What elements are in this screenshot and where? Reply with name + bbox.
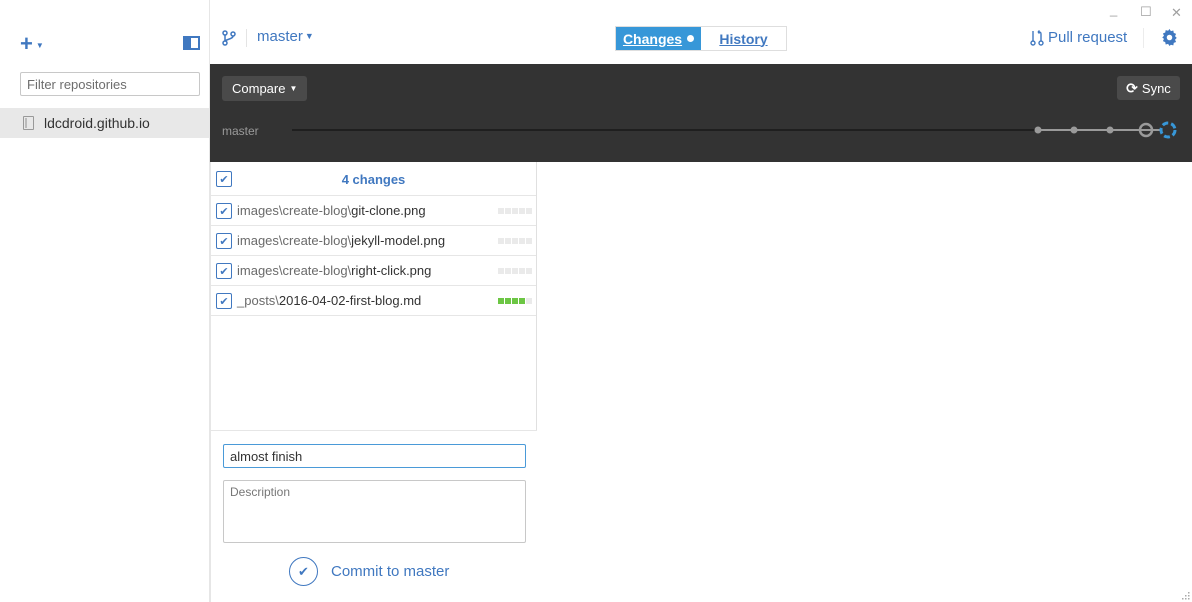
diffstat [498, 208, 532, 214]
file-name: 2016-04-02-first-blog.md [278, 293, 422, 308]
diffstat-block [498, 238, 504, 244]
branch-toolbar: Compare ▼ ⟳ Sync master [210, 64, 1192, 162]
sync-icon: ⟳ [1126, 79, 1138, 96]
timeline-commit-dot [1034, 126, 1042, 134]
file-checkbox[interactable]: ✔ [216, 233, 232, 249]
file-dir: images\create-blog\ [237, 263, 352, 278]
commit-timeline [292, 121, 1177, 139]
diffstat-block [498, 268, 504, 274]
branch-icon [222, 30, 236, 46]
diffstat-block [505, 238, 511, 244]
file-checkbox[interactable]: ✔ [216, 293, 232, 309]
branch-name: master [257, 28, 303, 45]
plus-icon: + [20, 31, 33, 56]
diffstat-block [505, 208, 511, 214]
gear-icon[interactable] [1161, 29, 1178, 46]
pull-request-button[interactable]: Pull request [1030, 29, 1127, 46]
check-icon: ✔ [289, 557, 318, 586]
commit-button-label: Commit to master [331, 563, 450, 580]
diffstat-block [498, 208, 504, 214]
diffstat-block [526, 298, 532, 304]
header-divider [1143, 28, 1144, 48]
diffstat-block [512, 238, 518, 244]
commit-description-input[interactable] [223, 480, 526, 543]
diffstat-block [526, 268, 532, 274]
changes-count: 4 changes [341, 172, 406, 187]
caret-down-icon: ▼ [35, 40, 44, 50]
header: master ▼ Changes History Pull request _ ☐… [210, 0, 1192, 64]
file-name: git-clone.png [351, 203, 426, 218]
header-divider [246, 29, 247, 47]
file-row[interactable]: ✔ images\create-blog\right-click.png [211, 256, 536, 286]
tab-changes[interactable]: Changes [616, 27, 701, 50]
diffstat-block [526, 208, 532, 214]
add-repository-button[interactable]: + ▼ [20, 31, 44, 56]
diffstat-block [505, 268, 511, 274]
timeline-commit-dot [1070, 126, 1078, 134]
file-dir: _posts\ [237, 293, 279, 308]
resize-grip-icon[interactable] [1182, 592, 1190, 600]
tab-changes-label: Changes [622, 30, 683, 47]
diffstat-block [505, 298, 511, 304]
diffstat-block [512, 208, 518, 214]
changes-header: ✔ 4 changes [211, 162, 536, 196]
diffstat-block [519, 298, 525, 304]
compare-button[interactable]: Compare ▼ [222, 76, 308, 101]
diffstat-block [519, 268, 525, 274]
file-dir: images\create-blog\ [237, 233, 352, 248]
commit-button[interactable]: ✔ Commit to master [289, 557, 449, 586]
diffstat-block [512, 298, 518, 304]
close-button[interactable]: ✕ [1171, 5, 1182, 21]
sync-button[interactable]: ⟳ Sync [1117, 76, 1180, 100]
tab-history-label: History [719, 30, 768, 47]
minimize-button[interactable]: _ [1110, 2, 1117, 17]
sync-label: Sync [1141, 80, 1171, 96]
file-dir: images\create-blog\ [237, 203, 352, 218]
file-path: images\create-blog\right-click.png [237, 263, 431, 278]
diffstat [498, 298, 532, 304]
repository-name: ldcdroid.github.io [44, 115, 150, 131]
diffstat-block [519, 238, 525, 244]
file-row[interactable]: ✔ images\create-blog\jekyll-model.png [211, 226, 536, 256]
maximize-button[interactable]: ☐ [1140, 4, 1152, 20]
compare-label: Compare [232, 81, 286, 96]
file-row[interactable]: ✔ _posts\2016-04-02-first-blog.md [211, 286, 536, 316]
pull-request-icon [1030, 30, 1044, 46]
toggle-sidebar-icon[interactable] [183, 36, 200, 50]
tab-history[interactable]: History [701, 27, 786, 50]
sidebar: + ▼ ldcdroid.github.io [0, 0, 210, 602]
diffstat [498, 268, 532, 274]
file-name: jekyll-model.png [351, 233, 446, 248]
file-path: _posts\2016-04-02-first-blog.md [237, 293, 421, 308]
file-checkbox[interactable]: ✔ [216, 203, 232, 219]
file-checkbox[interactable]: ✔ [216, 263, 232, 279]
repo-icon [23, 116, 34, 130]
pull-request-label: Pull request [1048, 29, 1128, 46]
diffstat-block [512, 268, 518, 274]
view-tabs: Changes History [615, 26, 787, 51]
filter-repositories-input[interactable] [20, 72, 200, 96]
commit-summary-input[interactable] [223, 444, 526, 468]
repository-item[interactable]: ldcdroid.github.io [0, 108, 209, 138]
branch-selector[interactable]: master ▼ [257, 28, 314, 45]
timeline-commit-dot [1106, 126, 1114, 134]
timeline-branch-label: master [222, 124, 259, 138]
timeline-uncommitted-changes [1159, 121, 1177, 139]
commit-form: ✔ Commit to master [211, 430, 537, 602]
diffstat-block [526, 238, 532, 244]
file-row[interactable]: ✔ images\create-blog\git-clone.png [211, 196, 536, 226]
diffstat-block [519, 208, 525, 214]
file-name: right-click.png [351, 263, 432, 278]
caret-down-icon: ▼ [289, 84, 298, 93]
changes-panel: ✔ 4 changes ✔ images\create-blog\git-clo… [210, 162, 537, 602]
diffstat-block [498, 298, 504, 304]
file-path: images\create-blog\git-clone.png [237, 203, 426, 218]
diffstat [498, 238, 532, 244]
uncommitted-indicator-icon [687, 35, 695, 42]
file-path: images\create-blog\jekyll-model.png [237, 233, 445, 248]
caret-down-icon: ▼ [304, 31, 314, 41]
